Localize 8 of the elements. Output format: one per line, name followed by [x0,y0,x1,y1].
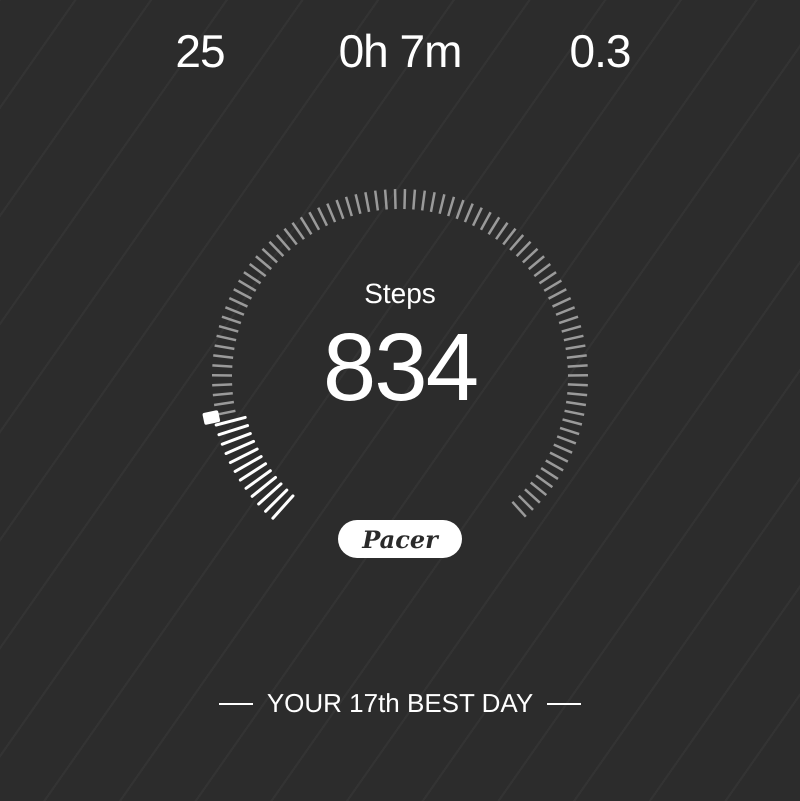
best-day-text: YOUR 17th BEST DAY [266,688,534,719]
stat-value: 0h 7m [338,25,462,77]
gauge-marker [202,410,220,426]
stat-value: 25 [175,25,225,77]
stat-value: 0.3 [570,25,630,77]
logo-badge: Pacer [338,520,462,558]
steps-count: 834 [322,320,478,416]
steps-label: Steps [364,278,436,310]
